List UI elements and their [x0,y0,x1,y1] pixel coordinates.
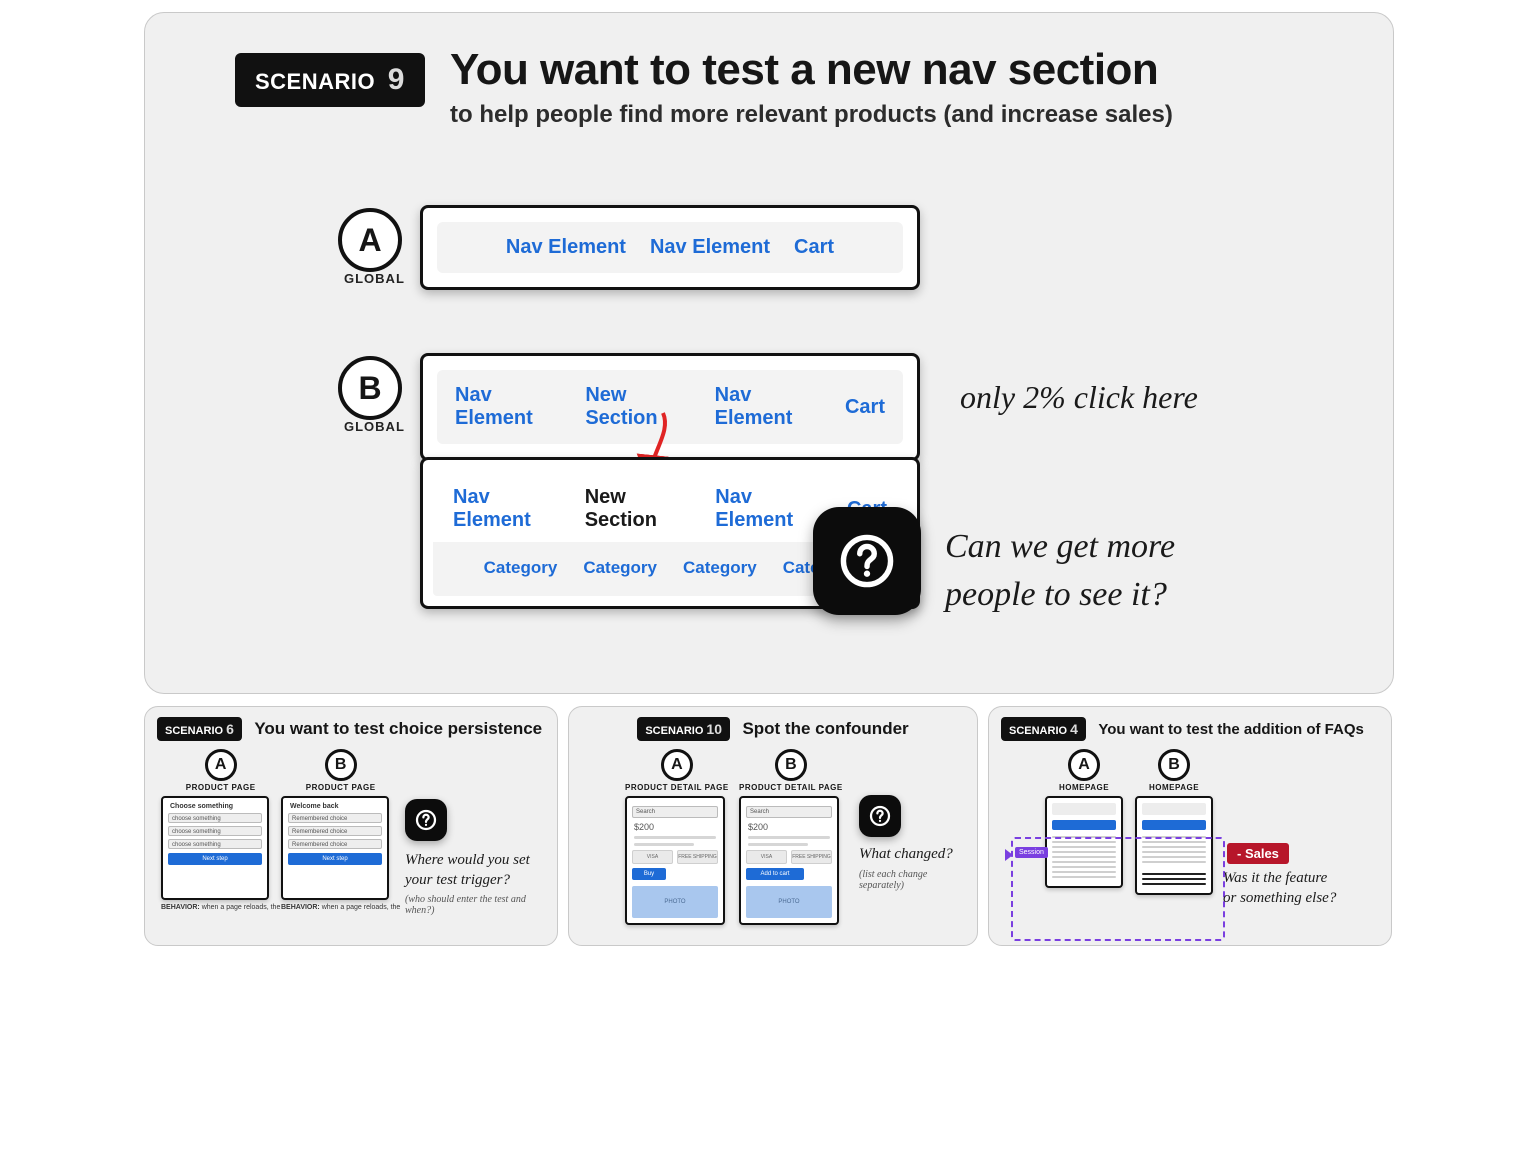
mini6-b-cap: PRODUCT PAGE [281,783,400,792]
sales-badge: - Sales [1227,843,1289,864]
session-flag-icon [1005,849,1013,861]
question-chip[interactable] [813,507,921,615]
mini-card-6: SCENARIO6 You want to test choice persis… [144,706,558,946]
mini10-pill: SCENARIO10 [637,717,730,741]
nav-item-cart[interactable]: Cart [794,236,834,259]
nav-item[interactable]: Nav Element [715,384,827,430]
nav-item[interactable]: Nav Element [455,384,567,430]
mini6-pill: SCENARIO6 [157,717,242,741]
mini6-b-behave: BEHAVIOR: when a page reloads, the [281,904,400,911]
mini10-b-badge: B [775,749,807,781]
mini-card-4: SCENARIO4 You want to test the addition … [988,706,1392,946]
mini4-handnote: Was it the feature or something else? [1223,869,1336,908]
category-link[interactable]: Category [583,558,657,578]
mini4-a-cap: HOMEPAGE [1045,783,1123,792]
handnote-clickrate: only 2% click here [960,375,1198,420]
variant-a-navcard: Nav Element Nav Element Cart [420,205,920,290]
mini10-b-cap: PRODUCT DETAIL PAGE [739,783,843,792]
handnote-question: Can we get more people to see it? [945,523,1175,618]
mini4-b-cap: HOMEPAGE [1135,783,1213,792]
nav-item-cart[interactable]: Cart [845,396,885,419]
mini6-a-behave: BEHAVIOR: BEHAVIOR: when a page reloads,… [161,904,280,911]
variant-b-badge: B [338,356,402,420]
mini4-title: You want to test the addition of FAQs [1098,721,1364,738]
mini10-handnote-sub: (list each change separately) [859,869,965,891]
scenario-label: SCENARIO [255,69,375,94]
mini10-title: Spot the confounder [742,719,908,739]
mini6-a-cap: PRODUCT PAGE [161,783,280,792]
nav-item[interactable]: Nav Element [715,486,829,532]
mini4-a-badge: A [1068,749,1100,781]
mini4-pill: SCENARIO4 [1001,717,1086,741]
mini4-b-cta [1142,820,1206,830]
nav-item[interactable]: Nav Element [650,236,770,259]
mini6-b-mock: Welcome back Remembered choice Remembere… [281,796,389,900]
mini6-a-badge: A [205,749,237,781]
nav-item[interactable]: Nav Element [506,236,626,259]
scenario-number: 9 [388,63,405,96]
session-label: Session [1015,847,1048,858]
mini6-b-badge: B [325,749,357,781]
variant-a-scope: GLOBAL [344,271,405,286]
question-icon [868,804,892,828]
variant-b-scope: GLOBAL [344,419,405,434]
headline: You want to test a new nav section [450,45,1158,95]
mini10-a-badge: A [661,749,693,781]
mini4-a-cta [1052,820,1116,830]
mini10-question-chip[interactable] [859,795,901,837]
subhead: to help people find more relevant produc… [450,101,1173,129]
mini6-handnote: Where would you set your test trigger? [405,851,545,890]
mini10-b-mock: Search $200 VISAFREE SHIPPING Add to car… [739,796,839,925]
mini6-handnote-sub: (who should enter the test and when?) [405,894,545,916]
variant-a-badge: A [338,208,402,272]
mini6-question-chip[interactable] [405,799,447,841]
category-link[interactable]: Category [683,558,757,578]
question-icon [414,808,438,832]
mini6-a-mock: Choose something choose something choose… [161,796,269,900]
scenario-pill: SCENARIO 9 [235,53,425,107]
mini6-title: You want to test choice persistence [254,719,542,739]
navbar-a: Nav Element Nav Element Cart [437,222,903,273]
mini10-handnote: What changed? [859,845,965,865]
mini10-a-cap: PRODUCT DETAIL PAGE [625,783,729,792]
mini4-b-badge: B [1158,749,1190,781]
mini10-a-mock: Search $200 VISAFREE SHIPPING Buy PHOTO [625,796,725,925]
question-icon [838,532,896,590]
mini-card-10: SCENARIO10 Spot the confounder A PRODUCT… [568,706,978,946]
nav-item-new-open[interactable]: New Section [585,486,698,532]
category-link[interactable]: Category [484,558,558,578]
nav-item[interactable]: Nav Element [453,486,567,532]
main-panel: SCENARIO 9 You want to test a new nav se… [144,12,1394,694]
